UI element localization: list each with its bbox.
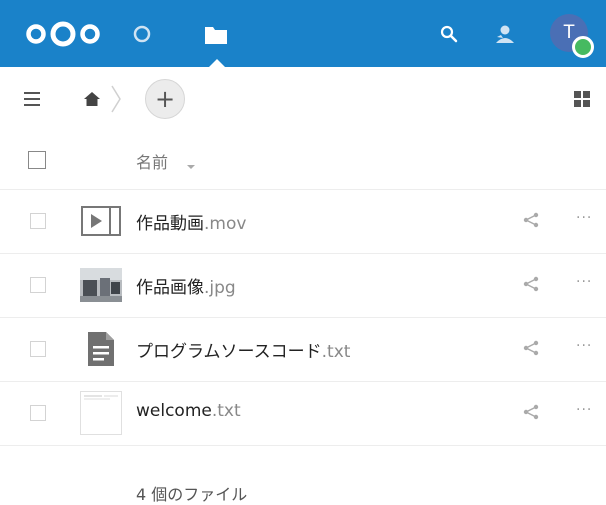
chevron-down-icon[interactable] [186, 155, 196, 174]
file-name-base: プログラムソースコード [136, 342, 322, 362]
user-avatar[interactable]: T [550, 14, 594, 58]
file-row[interactable]: プログラムソースコード.txt ··· [0, 318, 606, 382]
share-icon[interactable] [522, 212, 542, 232]
files-app-icon[interactable] [200, 20, 232, 50]
row-checkbox[interactable] [30, 213, 46, 229]
file-name-base: welcome [136, 401, 212, 421]
file-name[interactable]: welcome.txt [136, 401, 241, 421]
file-row[interactable]: 作品画像.jpg ··· [0, 254, 606, 318]
online-status-indicator [572, 36, 594, 58]
more-actions-button[interactable]: ··· [576, 338, 592, 354]
row-checkbox[interactable] [30, 341, 46, 357]
file-name-base: 作品動画 [136, 214, 204, 234]
file-name[interactable]: 作品画像.jpg [136, 273, 236, 298]
text-preview-thumbnail [80, 391, 122, 435]
file-row[interactable]: welcome.txt ··· [0, 382, 606, 446]
grid-view-toggle-icon[interactable] [572, 89, 592, 109]
files-controls-bar: + [0, 67, 606, 133]
nextcloud-logo[interactable] [24, 21, 102, 47]
row-checkbox[interactable] [30, 405, 46, 421]
select-all-checkbox[interactable] [28, 151, 46, 169]
file-list-header: 名前 [0, 133, 606, 190]
file-count-summary: 4 個のファイル [136, 485, 248, 504]
row-checkbox[interactable] [30, 277, 46, 293]
add-new-button[interactable]: + [145, 79, 185, 119]
share-icon[interactable] [522, 404, 542, 424]
more-actions-button[interactable]: ··· [576, 274, 592, 290]
file-extension: .txt [211, 401, 241, 421]
share-icon[interactable] [522, 340, 542, 360]
file-extension: .jpg [204, 278, 236, 298]
file-extension: .mov [204, 214, 247, 234]
text-file-icon [80, 330, 122, 368]
breadcrumb-separator [108, 82, 124, 116]
file-name-base: 作品画像 [136, 278, 204, 298]
file-name[interactable]: プログラムソースコード.txt [136, 337, 350, 362]
header-bar: T [0, 0, 606, 68]
share-icon[interactable] [522, 276, 542, 296]
file-row[interactable]: 作品動画.mov ··· [0, 190, 606, 254]
more-actions-button[interactable]: ··· [576, 210, 592, 226]
contacts-icon[interactable] [491, 20, 519, 48]
activity-app-icon[interactable] [130, 22, 154, 46]
file-extension: .txt [321, 342, 351, 362]
video-icon [80, 202, 122, 240]
home-icon[interactable] [80, 87, 104, 111]
search-icon[interactable] [436, 22, 462, 46]
add-button-label: + [154, 85, 176, 113]
column-header-name[interactable]: 名前 [136, 149, 168, 173]
image-thumbnail [80, 266, 122, 304]
more-actions-button[interactable]: ··· [576, 402, 592, 418]
hamburger-icon[interactable] [20, 87, 44, 111]
file-name[interactable]: 作品動画.mov [136, 209, 246, 234]
